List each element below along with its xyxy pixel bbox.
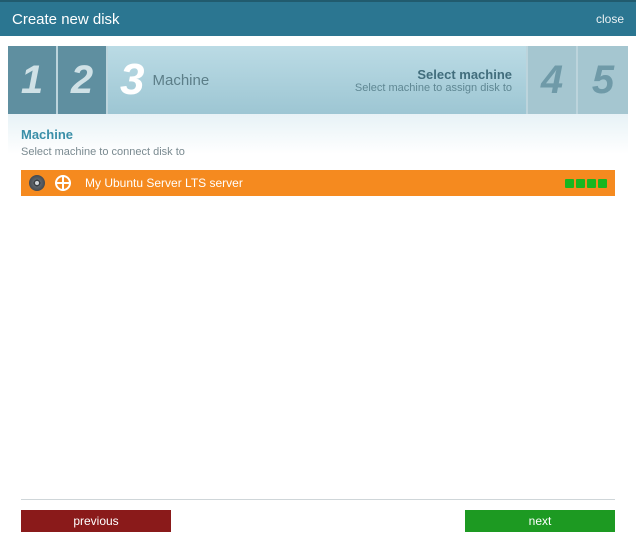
wizard-stepbar: 1 2 3 Machine Select machine Select mach…: [8, 46, 628, 114]
machine-name: My Ubuntu Server LTS server: [85, 176, 565, 190]
content-panel: Machine Select machine to connect disk t…: [8, 114, 628, 540]
step-number: 3: [108, 55, 152, 105]
machine-row[interactable]: My Ubuntu Server LTS server: [21, 170, 615, 196]
close-button[interactable]: close: [596, 12, 624, 26]
machine-list: My Ubuntu Server LTS server: [21, 170, 615, 499]
window-title: Create new disk: [12, 11, 596, 28]
section-title: Machine: [21, 127, 615, 142]
next-button[interactable]: next: [465, 510, 615, 532]
step-5[interactable]: 5: [578, 46, 628, 114]
previous-button[interactable]: previous: [21, 510, 171, 532]
step-3-current: 3 Machine Select machine Select machine …: [108, 46, 528, 114]
step-label: Machine: [152, 72, 209, 89]
signal-indicator: [565, 179, 607, 188]
step-1[interactable]: 1: [8, 46, 58, 114]
step-heading: Select machine: [355, 67, 512, 82]
titlebar: Create new disk close: [0, 2, 636, 36]
section-subtitle: Select machine to connect disk to: [21, 146, 615, 158]
ubuntu-icon: [55, 175, 71, 191]
step-subheading: Select machine to assign disk to: [355, 82, 512, 94]
wizard-footer: previous next: [21, 499, 615, 532]
dialog-create-disk: Create new disk close 1 2 3 Machine Sele…: [0, 0, 636, 548]
step-2[interactable]: 2: [58, 46, 108, 114]
step-4[interactable]: 4: [528, 46, 578, 114]
disk-icon: [29, 175, 45, 191]
